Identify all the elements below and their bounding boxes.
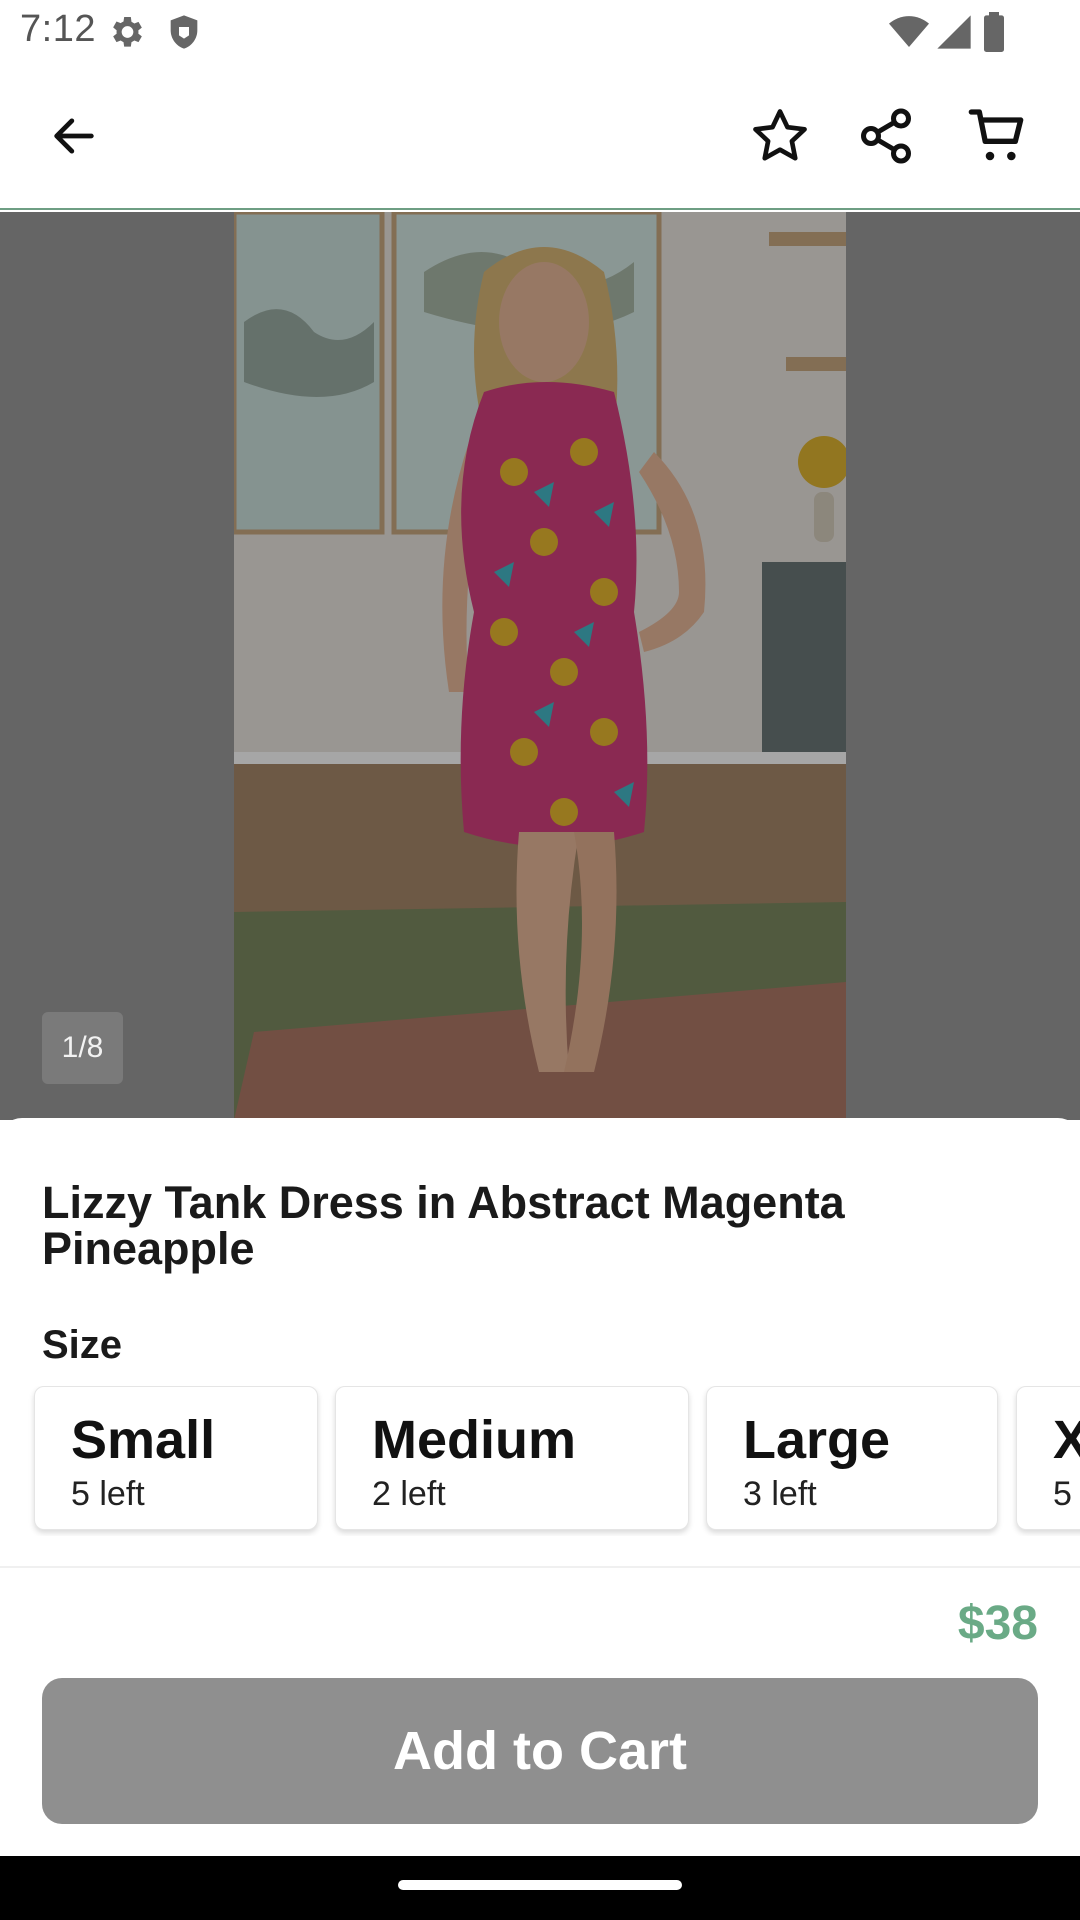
- size-name: Small: [71, 1410, 216, 1470]
- status-bar: 7:12: [0, 0, 1080, 66]
- image-counter: 1/8: [42, 1012, 123, 1084]
- size-stock: 3 left: [743, 1475, 817, 1513]
- size-name: Medium: [372, 1410, 577, 1470]
- share-button[interactable]: [850, 102, 922, 174]
- product-title: Lizzy Tank Dress in Abstract Magenta Pin…: [42, 1177, 845, 1274]
- purchase-footer: $38 Add to Cart: [0, 1566, 1080, 1856]
- cart-icon: [966, 104, 1030, 173]
- size-name: Large: [743, 1410, 891, 1470]
- arrow-left-icon: [48, 110, 100, 167]
- back-button[interactable]: [38, 102, 110, 174]
- wifi-icon: [888, 12, 930, 57]
- shield-icon: [164, 12, 204, 57]
- product-details-sheet: Lizzy Tank Dress in Abstract Magenta Pin…: [0, 1118, 1080, 1568]
- gear-icon: [106, 12, 146, 57]
- cart-button[interactable]: [962, 102, 1034, 174]
- product-photo[interactable]: [234, 212, 846, 1120]
- size-option-small[interactable]: Small 5 left: [34, 1386, 318, 1530]
- signal-icon: [934, 12, 974, 57]
- app-bar: [0, 66, 1080, 210]
- size-options[interactable]: Small 5 left Medium 2 left Large 3 left …: [0, 1386, 1080, 1536]
- star-icon: [749, 105, 811, 172]
- product-price: $38: [957, 1597, 1038, 1650]
- add-to-cart-button[interactable]: Add to Cart: [42, 1678, 1038, 1824]
- size-option-xl[interactable]: X 5: [1016, 1386, 1080, 1530]
- share-icon: [856, 106, 916, 171]
- favorite-button[interactable]: [744, 102, 816, 174]
- size-name: X: [1053, 1410, 1080, 1470]
- system-nav-bar: [0, 1856, 1080, 1920]
- size-label: Size: [42, 1323, 123, 1367]
- battery-icon: [982, 12, 1006, 57]
- size-stock: 5 left: [71, 1475, 145, 1513]
- status-time: 7:12: [20, 8, 96, 50]
- home-gesture-handle[interactable]: [398, 1880, 682, 1890]
- size-option-medium[interactable]: Medium 2 left: [335, 1386, 689, 1530]
- product-image-gallery[interactable]: 1/8: [0, 212, 1080, 1120]
- size-option-large[interactable]: Large 3 left: [706, 1386, 998, 1530]
- size-stock: 2 left: [372, 1475, 446, 1513]
- size-stock: 5: [1053, 1475, 1072, 1513]
